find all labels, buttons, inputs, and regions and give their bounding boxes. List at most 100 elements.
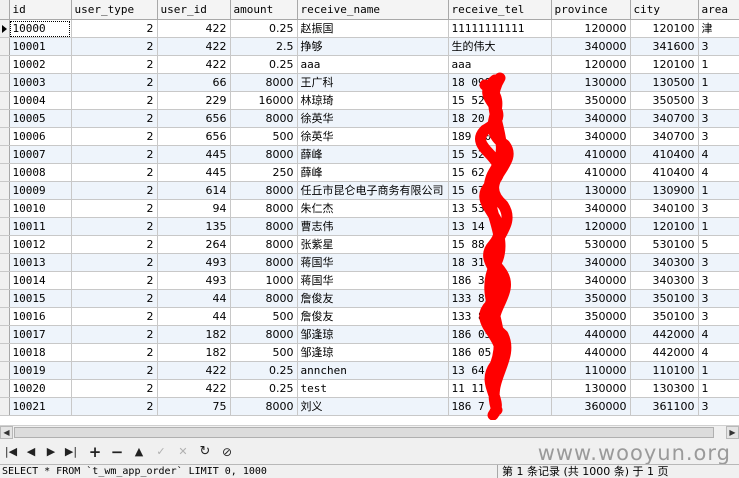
cell-user-type[interactable]: 2 xyxy=(71,217,158,236)
row-indicator[interactable] xyxy=(0,361,10,380)
cell-id[interactable]: 10014 xyxy=(9,271,72,290)
cell-user-id[interactable]: 182 xyxy=(157,343,231,362)
row-indicator[interactable] xyxy=(0,181,10,200)
row-indicator[interactable] xyxy=(0,271,10,290)
cell-amount[interactable]: 8000 xyxy=(230,145,298,164)
cell-id[interactable]: 10002 xyxy=(9,55,72,74)
cell-receive-name[interactable]: 詹俊友 xyxy=(297,307,449,326)
cell-id[interactable]: 10016 xyxy=(9,307,72,326)
cell-user-type[interactable]: 2 xyxy=(71,163,158,182)
cell-user-id[interactable]: 229 xyxy=(157,91,231,110)
cell-user-type[interactable]: 2 xyxy=(71,127,158,146)
cell-area[interactable]: 3 xyxy=(698,91,739,110)
column-header[interactable]: user_id xyxy=(157,0,231,20)
cell-receive-tel[interactable]: 15 67 xyxy=(448,181,552,200)
scroll-right-button[interactable]: ▶ xyxy=(726,426,739,439)
cell-amount[interactable]: 8000 xyxy=(230,325,298,344)
cell-area[interactable]: 3 xyxy=(698,109,739,128)
cell-receive-name[interactable]: 蒋国华 xyxy=(297,271,449,290)
column-header[interactable]: area xyxy=(698,0,739,20)
cell-city[interactable]: 361100 xyxy=(630,397,699,416)
cell-province[interactable]: 350000 xyxy=(551,307,631,326)
table-row[interactable]: 10021 2 75 8000 刘义 186 7 360000 361100 3 xyxy=(0,397,739,416)
cell-user-id[interactable]: 75 xyxy=(157,397,231,416)
cell-area[interactable]: 4 xyxy=(698,145,739,164)
cell-city[interactable]: 120100 xyxy=(630,217,699,236)
cell-user-id[interactable]: 182 xyxy=(157,325,231,344)
cell-receive-name[interactable]: 朱仁杰 xyxy=(297,199,449,218)
cell-area[interactable]: 1 xyxy=(698,217,739,236)
cell-user-id[interactable]: 422 xyxy=(157,379,231,398)
cell-province[interactable]: 350000 xyxy=(551,91,631,110)
cell-city[interactable]: 110100 xyxy=(630,361,699,380)
first-record-button[interactable]: |◀ xyxy=(2,444,20,460)
cell-amount[interactable]: 1000 xyxy=(230,271,298,290)
cell-receive-tel[interactable]: 18 20 xyxy=(448,109,552,128)
cell-id[interactable]: 10011 xyxy=(9,217,72,236)
cell-user-type[interactable]: 2 xyxy=(71,19,158,38)
cell-amount[interactable]: 8000 xyxy=(230,397,298,416)
cell-user-id[interactable]: 135 xyxy=(157,217,231,236)
cell-user-id[interactable]: 656 xyxy=(157,109,231,128)
cell-receive-name[interactable]: 赵振国 xyxy=(297,19,449,38)
cell-user-id[interactable]: 422 xyxy=(157,361,231,380)
cell-city[interactable]: 340300 xyxy=(630,253,699,272)
cell-receive-name[interactable]: 林琼琦 xyxy=(297,91,449,110)
cell-user-type[interactable]: 2 xyxy=(71,361,158,380)
cell-receive-tel[interactable]: 186 05 xyxy=(448,343,552,362)
table-row[interactable]: 10000 2 422 0.25 赵振国 11111111111 120000 120100 津 xyxy=(0,19,739,38)
cell-province[interactable]: 410000 xyxy=(551,163,631,182)
cell-receive-name[interactable]: 徐英华 xyxy=(297,109,449,128)
cell-amount[interactable]: 8000 xyxy=(230,109,298,128)
cell-amount[interactable]: 8000 xyxy=(230,181,298,200)
cell-amount[interactable]: 250 xyxy=(230,163,298,182)
cell-id[interactable]: 10008 xyxy=(9,163,72,182)
cell-receive-name[interactable]: 詹俊友 xyxy=(297,289,449,308)
table-row[interactable]: 10014 2 493 1000 蒋国华 186 31 340000 340300 3 xyxy=(0,271,739,290)
cell-receive-name[interactable]: 王广科 xyxy=(297,73,449,92)
table-row[interactable]: 10020 2 422 0.25 test 11 11 130000 130300 1 xyxy=(0,379,739,398)
cell-amount[interactable]: 0.25 xyxy=(230,19,298,38)
cell-receive-tel[interactable]: 11 11 xyxy=(448,379,552,398)
stop-button[interactable]: ⊘ xyxy=(218,444,236,460)
cell-user-id[interactable]: 422 xyxy=(157,37,231,56)
cell-receive-name[interactable]: 曹志伟 xyxy=(297,217,449,236)
row-indicator[interactable] xyxy=(0,379,10,398)
cell-receive-tel[interactable]: 13 64 xyxy=(448,361,552,380)
cell-user-type[interactable]: 2 xyxy=(71,379,158,398)
cell-city[interactable]: 340100 xyxy=(630,199,699,218)
row-indicator[interactable] xyxy=(0,343,10,362)
cell-receive-tel[interactable]: 133 85 xyxy=(448,289,552,308)
cell-province[interactable]: 440000 xyxy=(551,343,631,362)
cell-user-id[interactable]: 614 xyxy=(157,181,231,200)
table-row[interactable]: 10004 2 229 16000 林琼琦 15 52 350000 350500 3 xyxy=(0,91,739,110)
cancel-changes-button[interactable]: ✕ xyxy=(174,444,192,460)
cell-receive-tel[interactable]: 15 52 xyxy=(448,91,552,110)
data-grid[interactable]: id user_type user_id amount receive_name… xyxy=(0,0,739,425)
refresh-button[interactable]: ↻ xyxy=(196,444,214,460)
cell-city[interactable]: 530100 xyxy=(630,235,699,254)
table-row[interactable]: 10005 2 656 8000 徐英华 18 20 340000 340700 3 xyxy=(0,109,739,128)
table-row[interactable]: 10008 2 445 250 薛峰 15 62 410000 410400 4 xyxy=(0,163,739,182)
cell-id[interactable]: 10017 xyxy=(9,325,72,344)
row-indicator[interactable] xyxy=(0,145,10,164)
cell-province[interactable]: 110000 xyxy=(551,361,631,380)
cell-id[interactable]: 10006 xyxy=(9,127,72,146)
cell-user-id[interactable]: 422 xyxy=(157,19,231,38)
cell-user-type[interactable]: 2 xyxy=(71,235,158,254)
cell-user-type[interactable]: 2 xyxy=(71,289,158,308)
cell-province[interactable]: 360000 xyxy=(551,397,631,416)
cell-id[interactable]: 10015 xyxy=(9,289,72,308)
cell-user-type[interactable]: 2 xyxy=(71,73,158,92)
cell-receive-tel[interactable]: 15 88 xyxy=(448,235,552,254)
cell-amount[interactable]: 8000 xyxy=(230,253,298,272)
cell-receive-tel[interactable]: 13 14 xyxy=(448,217,552,236)
cell-user-type[interactable]: 2 xyxy=(71,343,158,362)
cell-city[interactable]: 120100 xyxy=(630,55,699,74)
cell-user-id[interactable]: 44 xyxy=(157,307,231,326)
cell-receive-name[interactable]: 薛峰 xyxy=(297,163,449,182)
cell-province[interactable]: 120000 xyxy=(551,55,631,74)
cell-province[interactable]: 130000 xyxy=(551,181,631,200)
cell-user-id[interactable]: 264 xyxy=(157,235,231,254)
edit-up-button[interactable]: ▲ xyxy=(130,444,148,460)
